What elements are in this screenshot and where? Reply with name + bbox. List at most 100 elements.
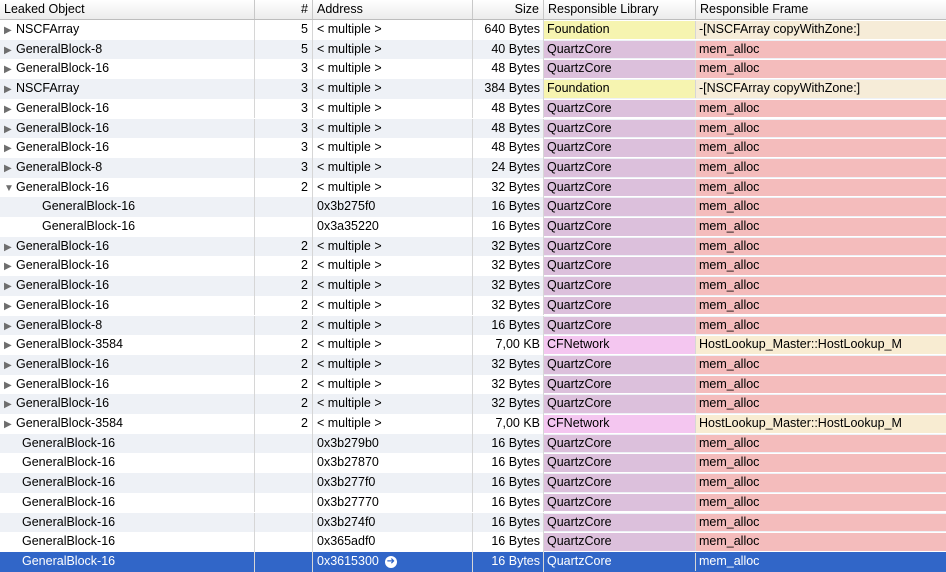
column-header-leaked-object[interactable]: Leaked Object	[0, 0, 255, 19]
table-row[interactable]: GeneralBlock-16 0x3b279b0 16 Bytes QuartzCo…	[0, 433, 946, 454]
table-row[interactable]: ▶ GeneralBlock-8 3 < multiple >24 Bytes Quar…	[0, 157, 946, 178]
disclosure-triangle-collapsed-icon[interactable]: ▶	[4, 356, 16, 375]
count-cell: 2	[255, 276, 313, 296]
address-cell: < multiple >	[313, 315, 473, 336]
leaked-object-cell: ▶ GeneralBlock-3584	[0, 414, 255, 434]
table-row[interactable]: ▶ GeneralBlock-3584 2 < multiple >7,00 KB CF…	[0, 414, 946, 434]
table-row[interactable]: GeneralBlock-16 0x3a35220 16 Bytes QuartzCo…	[0, 217, 946, 237]
address-value: < multiple >	[317, 238, 382, 253]
table-row[interactable]: GeneralBlock-16 0x3615300 ➜ 16 Bytes QuartzC…	[0, 551, 946, 572]
disclosure-triangle-collapsed-icon[interactable]: ▶	[4, 139, 16, 158]
column-header-responsible-frame[interactable]: Responsible Frame	[696, 0, 946, 19]
leaked-object-name: GeneralBlock-16	[22, 435, 116, 450]
table-row[interactable]: ▶ GeneralBlock-16 2 < multiple >32 Bytes Qua…	[0, 295, 946, 316]
disclosure-triangle-collapsed-icon[interactable]: ▶	[4, 238, 16, 257]
leaked-object-cell: ▶ GeneralBlock-16	[0, 394, 255, 414]
table-row[interactable]: ▼ GeneralBlock-16 2 < multiple >32 Bytes Qua…	[0, 177, 946, 198]
disclosure-triangle-collapsed-icon[interactable]: ▶	[4, 415, 16, 434]
column-header-address[interactable]: Address	[313, 0, 473, 19]
address-value: < multiple >	[317, 416, 382, 430]
responsible-frame-cell: mem_alloc	[696, 277, 946, 295]
disclosure-triangle-collapsed-icon[interactable]: ▶	[4, 376, 16, 395]
responsible-library-cell: QuartzCore	[544, 296, 696, 315]
count-cell: 5	[255, 39, 313, 60]
disclosure-triangle-expanded-icon[interactable]: ▼	[4, 179, 16, 198]
responsible-library-cell: Foundation	[544, 21, 696, 39]
size-cell: 48 Bytes	[473, 118, 544, 139]
table-row[interactable]: GeneralBlock-16 0x3b277f0 16 Bytes QuartzCo…	[0, 473, 946, 493]
responsible-frame-cell: mem_alloc	[696, 257, 946, 276]
leaked-object-cell: ▶ GeneralBlock-16	[0, 374, 255, 395]
address-cell: < multiple >	[313, 20, 473, 40]
leaked-object-name: GeneralBlock-16	[16, 140, 110, 155]
responsible-library-cell: QuartzCore	[544, 375, 696, 394]
leaked-object-cell: ▶ GeneralBlock-16	[0, 354, 255, 375]
address-cell: < multiple >	[313, 295, 473, 316]
table-row[interactable]: ▶ NSCFArray 3 < multiple >384 Bytes Foundati…	[0, 79, 946, 99]
disclosure-triangle-collapsed-icon[interactable]: ▶	[4, 100, 16, 119]
leaked-object-cell: GeneralBlock-16	[0, 453, 255, 474]
table-row[interactable]: ▶ NSCFArray 5 < multiple >640 Bytes Foundati…	[0, 20, 946, 40]
leaked-object-name: GeneralBlock-3584	[16, 337, 124, 352]
table-row[interactable]: GeneralBlock-16 0x365adf0 16 Bytes QuartzCo…	[0, 532, 946, 552]
count-cell	[255, 512, 313, 533]
table-row[interactable]: ▶ GeneralBlock-16 3 < multiple >48 Bytes Qua…	[0, 118, 946, 139]
table-row[interactable]: GeneralBlock-16 0x3b27770 16 Bytes QuartzCo…	[0, 492, 946, 513]
disclosure-triangle-collapsed-icon[interactable]: ▶	[4, 336, 16, 355]
column-header-size[interactable]: Size	[473, 0, 544, 19]
disclosure-triangle-collapsed-icon[interactable]: ▶	[4, 120, 16, 139]
table-row[interactable]: ▶ GeneralBlock-8 2 < multiple >16 Bytes Quar…	[0, 315, 946, 336]
leaked-object-name: GeneralBlock-16	[16, 258, 110, 273]
disclosure-triangle-collapsed-icon[interactable]: ▶	[4, 41, 16, 60]
disclosure-triangle-collapsed-icon[interactable]: ▶	[4, 395, 16, 414]
responsible-frame-cell: mem_alloc	[696, 178, 946, 197]
table-row[interactable]: ▶ GeneralBlock-16 2 < multiple >32 Bytes Qua…	[0, 256, 946, 277]
leaks-table[interactable]: Leaked Object # Address Size Responsible…	[0, 0, 946, 572]
address-value: < multiple >	[317, 278, 382, 293]
disclosure-triangle-collapsed-icon[interactable]: ▶	[4, 257, 16, 276]
table-row[interactable]: ▶ GeneralBlock-16 3 < multiple >48 Bytes Qua…	[0, 98, 946, 119]
disclosure-triangle-collapsed-icon[interactable]: ▶	[4, 80, 16, 99]
address-cell: < multiple >	[313, 236, 473, 257]
table-row[interactable]: GeneralBlock-16 0x3b27870 16 Bytes QuartzCo…	[0, 453, 946, 474]
responsible-frame-cell: HostLookup_Master::HostLookup_M	[696, 415, 946, 433]
table-row[interactable]: ▶ GeneralBlock-3584 2 < multiple >7,00 KB CF…	[0, 335, 946, 355]
table-row[interactable]: GeneralBlock-16 0x3b274f0 16 Bytes QuartzCo…	[0, 512, 946, 533]
leaked-object-name: GeneralBlock-16	[16, 120, 110, 135]
responsible-frame-cell: mem_alloc	[696, 434, 946, 453]
column-header-responsible-library[interactable]: Responsible Library	[544, 0, 696, 19]
address-cell: 0x3615300 ➜	[313, 551, 473, 572]
table-row[interactable]: ▶ GeneralBlock-16 2 < multiple >32 Bytes Qua…	[0, 374, 946, 395]
address-value: < multiple >	[317, 120, 382, 135]
disclosure-triangle-collapsed-icon[interactable]: ▶	[4, 297, 16, 316]
table-row[interactable]: ▶ GeneralBlock-16 2 < multiple >32 Bytes Qua…	[0, 394, 946, 414]
leaked-object-cell: GeneralBlock-16	[0, 492, 255, 513]
disclosure-triangle-collapsed-icon[interactable]: ▶	[4, 21, 16, 40]
size-cell: 32 Bytes	[473, 374, 544, 395]
leaked-object-cell: ▶ GeneralBlock-8	[0, 39, 255, 60]
disclosure-triangle-collapsed-icon[interactable]: ▶	[4, 60, 16, 79]
leaked-object-cell: GeneralBlock-16	[0, 433, 255, 454]
leaked-object-cell: ▶ GeneralBlock-16	[0, 256, 255, 277]
disclosure-triangle-collapsed-icon[interactable]: ▶	[4, 317, 16, 336]
table-row[interactable]: ▶ GeneralBlock-16 2 < multiple >32 Bytes Qua…	[0, 236, 946, 257]
table-row[interactable]: ▶ GeneralBlock-16 2 < multiple >32 Bytes Qua…	[0, 276, 946, 296]
count-cell: 3	[255, 118, 313, 139]
address-value: 0x3b274f0	[317, 514, 376, 529]
disclosure-triangle-collapsed-icon[interactable]: ▶	[4, 277, 16, 296]
table-row[interactable]: ▶ GeneralBlock-16 2 < multiple >32 Bytes Qua…	[0, 354, 946, 375]
address-value: < multiple >	[317, 337, 382, 352]
table-row[interactable]: ▶ GeneralBlock-16 3 < multiple >48 Bytes Qua…	[0, 138, 946, 158]
leaked-object-cell: GeneralBlock-16	[0, 532, 255, 552]
column-header-count[interactable]: #	[255, 0, 313, 19]
table-row[interactable]: GeneralBlock-16 0x3b275f0 16 Bytes QuartzCo…	[0, 197, 946, 217]
leaked-object-cell: ▶ NSCFArray	[0, 79, 255, 99]
responsible-library-cell: QuartzCore	[544, 395, 696, 413]
table-row[interactable]: ▶ GeneralBlock-8 5 < multiple >40 Bytes Quar…	[0, 39, 946, 60]
table-row[interactable]: ▶ GeneralBlock-16 3 < multiple >48 Bytes Qua…	[0, 59, 946, 80]
size-cell: 32 Bytes	[473, 276, 544, 296]
count-cell	[255, 433, 313, 454]
address-value: < multiple >	[317, 356, 382, 371]
disclosure-triangle-collapsed-icon[interactable]: ▶	[4, 159, 16, 178]
go-arrow-icon[interactable]: ➜	[384, 555, 397, 568]
